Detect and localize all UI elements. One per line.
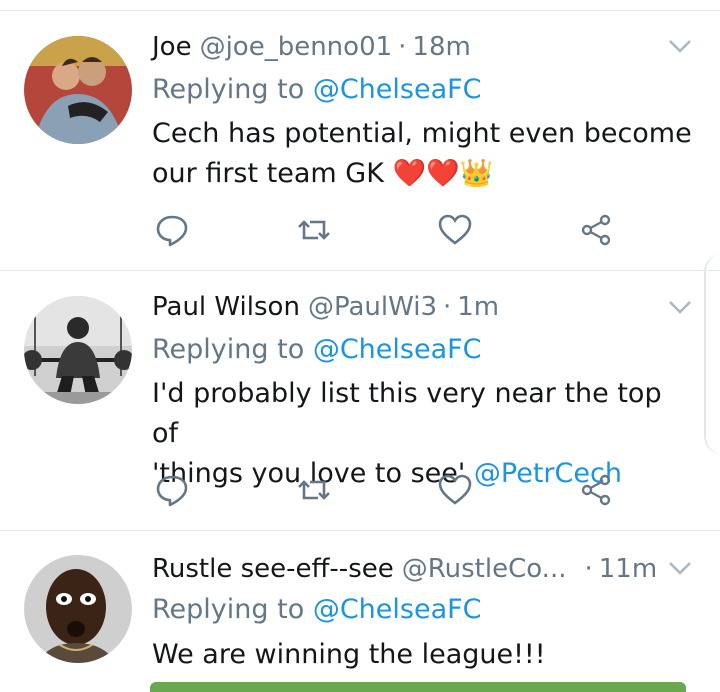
avatar[interactable]	[24, 555, 132, 663]
retweet-button[interactable]	[294, 470, 334, 510]
user-handle[interactable]: @PaulWi3	[308, 292, 437, 322]
replying-prefix: Replying to	[152, 594, 313, 625]
retweet-icon	[298, 480, 330, 500]
tweet-text-line: We are winning the league!!!	[152, 639, 546, 670]
like-button[interactable]	[435, 210, 475, 250]
share-button[interactable]	[576, 470, 616, 510]
replying-prefix: Replying to	[152, 334, 313, 365]
tweet-rustle[interactable]: Rustle see-eff--see @RustleCo... · 11m Repl…	[0, 531, 720, 688]
media-preview-edge	[150, 682, 686, 692]
reply-button[interactable]	[152, 470, 192, 510]
tweet-text-line: our first team GK ❤️❤️👑	[152, 158, 494, 189]
reply-icon	[156, 475, 188, 507]
chevron-down-icon[interactable]	[667, 38, 693, 56]
share-icon	[581, 214, 611, 246]
separator-dot: ·	[443, 292, 452, 322]
display-name[interactable]: Rustle see-eff--see	[152, 554, 394, 584]
tweet-header: Paul Wilson @PaulWi3 · 1m	[152, 290, 499, 324]
timestamp[interactable]: 18m	[412, 32, 470, 62]
user-handle[interactable]: @joe_benno01	[200, 32, 393, 62]
scroll-edge	[704, 254, 720, 454]
heart-icon	[438, 474, 472, 505]
avatar[interactable]	[24, 36, 132, 144]
tweet-paul-wilson[interactable]: Paul Wilson @PaulWi3 · 1m Replying to @Chel…	[0, 271, 720, 530]
timestamp[interactable]: 1m	[457, 292, 499, 322]
timestamp[interactable]: 11m	[599, 554, 657, 584]
retweet-button[interactable]	[294, 210, 334, 250]
tweet-text: We are winning the league!!!	[152, 635, 692, 675]
tweet-text-line: I'd probably list this very near the top…	[152, 378, 662, 449]
tweet-text: Cech has potential, might even become ou…	[152, 114, 692, 194]
tweet-actions	[152, 470, 622, 510]
chevron-down-icon[interactable]	[667, 299, 693, 317]
separator-dot: ·	[584, 554, 593, 584]
avatar[interactable]	[24, 296, 132, 404]
replying-to: Replying to @ChelseaFC	[152, 592, 482, 628]
reply-icon	[156, 215, 188, 247]
reply-button[interactable]	[152, 210, 192, 250]
share-icon	[581, 474, 611, 506]
heart-icon	[438, 214, 472, 245]
user-handle[interactable]: @RustleCo...	[402, 554, 567, 584]
tweet-header: Joe @joe_benno01 · 18m	[152, 30, 471, 64]
replying-mention-link[interactable]: @ChelseaFC	[313, 594, 482, 625]
tweet-text-line: Cech has potential, might even become	[152, 118, 692, 149]
tweet-actions	[152, 210, 622, 250]
share-button[interactable]	[576, 210, 616, 250]
retweet-icon	[298, 220, 330, 240]
tweet-joe[interactable]: Joe @joe_benno01 · 18m Replying to @Chelsea…	[0, 0, 720, 270]
replying-mention-link[interactable]: @ChelseaFC	[313, 334, 482, 365]
replying-prefix: Replying to	[152, 74, 313, 105]
display-name[interactable]: Joe	[152, 32, 192, 62]
tweet-header: Rustle see-eff--see @RustleCo... · 11m	[152, 552, 657, 586]
separator-dot: ·	[398, 32, 407, 62]
like-button[interactable]	[435, 470, 475, 510]
chevron-down-icon[interactable]	[667, 560, 693, 578]
replying-mention-link[interactable]: @ChelseaFC	[313, 74, 482, 105]
replying-to: Replying to @ChelseaFC	[152, 72, 482, 108]
display-name[interactable]: Paul Wilson	[152, 292, 300, 322]
replying-to: Replying to @ChelseaFC	[152, 332, 482, 368]
